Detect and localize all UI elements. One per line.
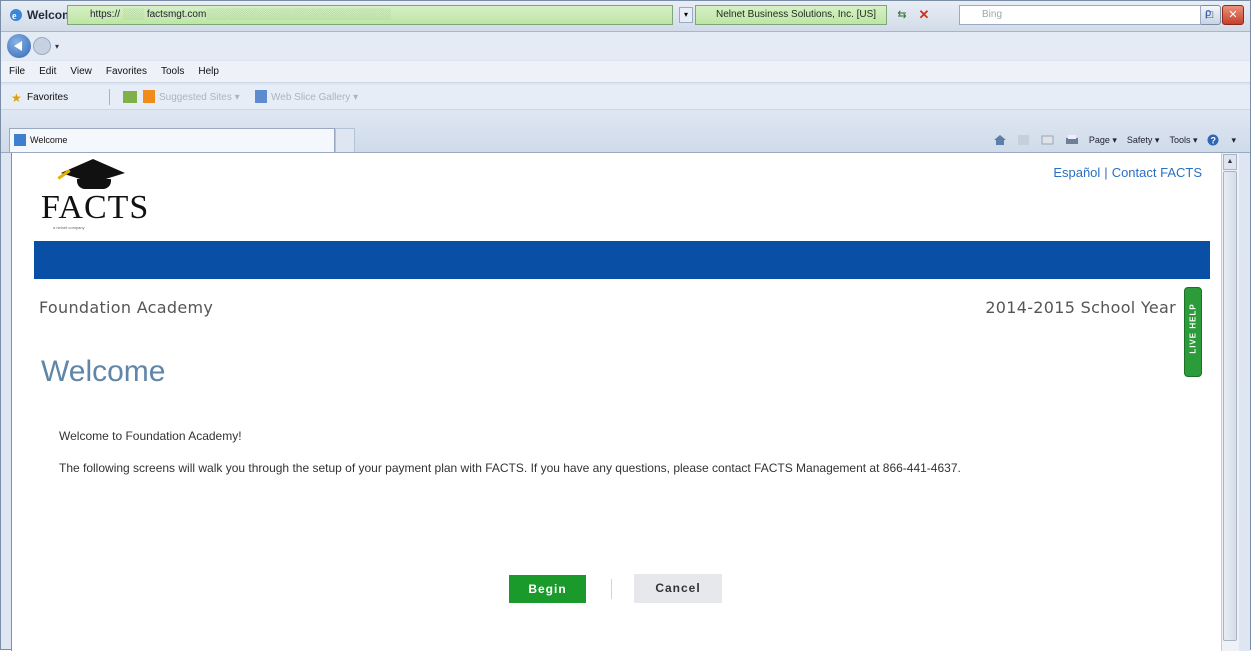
menu-favorites[interactable]: Favorites — [106, 66, 147, 77]
browser-window: e Welcome - Windows Internet Explorer – … — [0, 0, 1251, 651]
instructions-message: The following screens will walk you thro… — [59, 461, 961, 475]
favorites-bar: ★ Favorites Suggested Sites ▾ Web Slice … — [1, 85, 1250, 110]
scroll-thumb[interactable] — [1223, 171, 1237, 641]
suggested-sites-icon — [143, 90, 155, 103]
espanol-link[interactable]: Español — [1053, 165, 1100, 180]
command-bar: Page ▾ Safety ▾ Tools ▾ ? ▾ — [993, 134, 1236, 146]
svg-text:?: ? — [1211, 136, 1217, 146]
contact-facts-link[interactable]: Contact FACTS — [1112, 165, 1202, 180]
refresh-icon[interactable]: ⇆ — [893, 6, 911, 24]
cancel-button[interactable]: Cancel — [634, 574, 722, 603]
menu-file[interactable]: File — [9, 66, 25, 77]
help-dropdown-icon[interactable]: ▾ — [1231, 135, 1236, 146]
new-tab-button[interactable] — [335, 128, 355, 152]
facts-logo[interactable]: FACTS a nelnet company — [39, 159, 159, 237]
favorites-divider — [109, 89, 110, 105]
top-links: Español | Contact FACTS — [1053, 165, 1202, 180]
menu-view[interactable]: View — [70, 66, 92, 77]
menu-help[interactable]: Help — [198, 66, 219, 77]
menu-bar: File Edit View Favorites Tools Help — [1, 61, 1250, 83]
url-blurred-path: ░░░░░░░░░░░░░░░░░░░░░░░░░░ — [206, 9, 391, 20]
suggested-sites-link[interactable]: Suggested Sites ▾ — [159, 92, 240, 103]
window-right-edge — [1239, 153, 1250, 651]
web-slice-icon — [255, 90, 267, 103]
forward-button[interactable] — [33, 37, 51, 55]
tools-menu[interactable]: Tools ▾ — [1169, 135, 1197, 146]
security-certificate[interactable]: Nelnet Business Solutions, Inc. [US] — [695, 5, 887, 25]
ie-logo-icon: e — [10, 9, 22, 22]
page-content — [11, 153, 1221, 651]
live-help-label: LIVE HELP — [1188, 303, 1198, 354]
url-blurred-prefix: ░░░ — [120, 9, 147, 20]
school-name: Foundation Academy — [39, 298, 214, 317]
add-favorites-icon[interactable] — [123, 91, 137, 103]
menu-edit[interactable]: Edit — [39, 66, 56, 77]
safety-menu[interactable]: Safety ▾ — [1127, 135, 1160, 146]
tab-page-icon — [14, 134, 26, 146]
live-help-button[interactable]: LIVE HELP — [1184, 287, 1202, 377]
graduation-cap-base — [77, 179, 111, 189]
url-dropdown-icon[interactable]: ▾ — [679, 7, 693, 23]
favorites-star-icon[interactable]: ★ — [11, 91, 22, 105]
svg-text:e: e — [12, 11, 17, 22]
page-menu[interactable]: Page ▾ — [1089, 135, 1117, 146]
home-icon[interactable] — [993, 134, 1007, 146]
url-protocol: https:// — [90, 9, 121, 20]
tab-row: Welcome Page ▾ Safety ▾ Tools ▾ ? ▾ — [1, 110, 1250, 153]
close-button[interactable]: ✕ — [1222, 5, 1244, 25]
menu-tools[interactable]: Tools — [161, 66, 184, 77]
web-slice-gallery-link[interactable]: Web Slice Gallery ▾ — [271, 92, 358, 103]
scroll-up-arrow[interactable]: ▲ — [1223, 154, 1237, 170]
read-mail-icon[interactable] — [1041, 134, 1055, 146]
welcome-message: Welcome to Foundation Academy! — [59, 429, 242, 443]
address-input[interactable]: https:// ░░░ factsmgt.com░░░░░░░░░░░░░░░… — [67, 5, 673, 25]
print-icon[interactable] — [1065, 134, 1079, 146]
url-domain: factsmgt.com — [146, 9, 207, 20]
favorites-button[interactable]: Favorites — [27, 92, 68, 103]
address-row: ▾ — [1, 32, 1250, 60]
back-button[interactable] — [7, 34, 31, 58]
tab-welcome[interactable]: Welcome — [9, 128, 335, 152]
logo-text: FACTS — [41, 189, 150, 226]
feeds-icon[interactable] — [1017, 134, 1031, 146]
logo-subtitle: a nelnet company — [53, 225, 85, 230]
tab-label: Welcome — [30, 135, 68, 145]
search-icon[interactable]: ρ — [1205, 7, 1211, 19]
help-icon[interactable]: ? — [1207, 134, 1221, 146]
history-dropdown-icon[interactable]: ▾ — [55, 42, 59, 51]
stop-icon[interactable]: ✕ — [915, 6, 933, 24]
button-divider — [611, 579, 612, 599]
search-input[interactable]: Bing — [959, 5, 1201, 25]
page-title: Welcome — [41, 355, 166, 388]
link-separator: | — [1104, 165, 1108, 180]
begin-button[interactable]: Begin — [509, 575, 586, 603]
header-banner — [34, 241, 1210, 279]
school-year: 2014-2015 School Year — [985, 298, 1176, 317]
